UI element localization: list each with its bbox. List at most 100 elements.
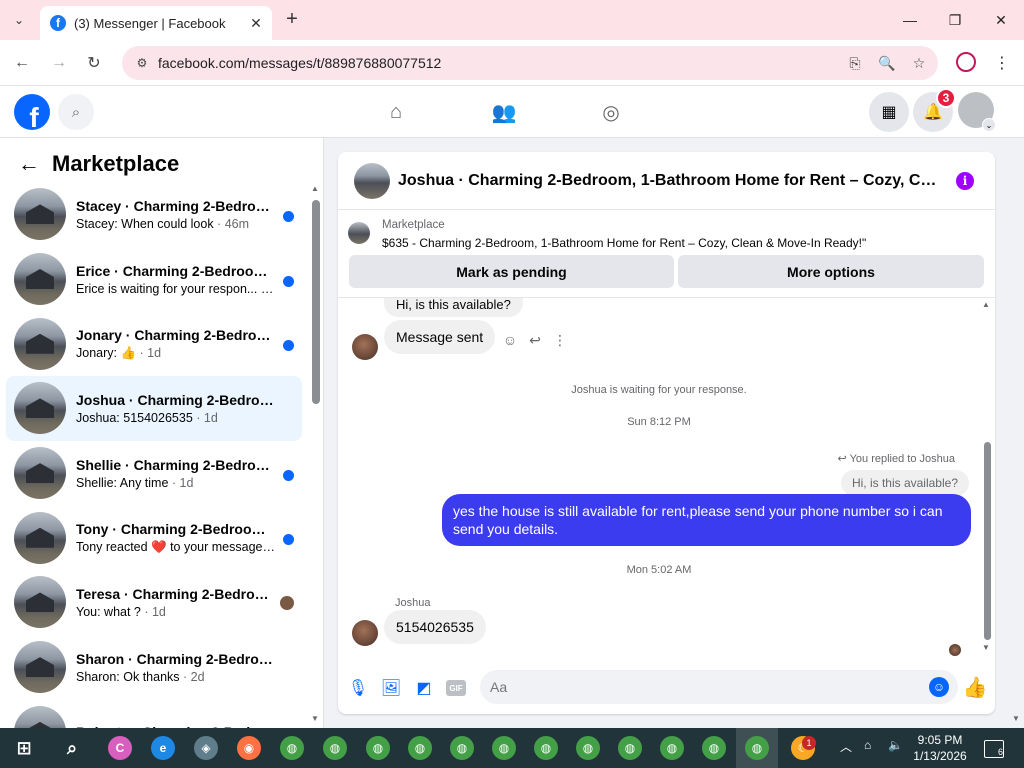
- conversation-snippet: Joshua: 5154026535 · 1d: [76, 411, 276, 425]
- conversation-snippet: Shellie: Any time · 1d: [76, 476, 276, 490]
- conversation-item[interactable]: Sharon · Charming 2-Bedroom, ... Sharon: …: [6, 635, 302, 700]
- conversation-item[interactable]: Tony · Charming 2-Bedroom, 1... Tony reac…: [6, 505, 302, 570]
- incoming-message-bubble[interactable]: 5154026535: [384, 610, 486, 644]
- chat-scroll-down-icon[interactable]: ▼: [982, 643, 990, 652]
- snippet-separator: ·: [257, 281, 269, 296]
- chrome-icon-6[interactable]: ◍: [492, 736, 516, 760]
- browser-profile-icon[interactable]: [956, 52, 976, 72]
- unread-dot-icon: [283, 340, 294, 352]
- tray-chevron-icon[interactable]: ︿: [840, 738, 852, 755]
- minimize-icon[interactable]: —: [896, 8, 924, 32]
- emoji-icon[interactable]: ☺: [929, 677, 949, 697]
- chrome-icon-3[interactable]: ◍: [366, 736, 390, 760]
- groups-icon[interactable]: ◎: [597, 98, 625, 126]
- tab-search-chevron-icon[interactable]: ⌄: [8, 10, 30, 30]
- sidebar-scrollbar[interactable]: [312, 200, 320, 404]
- taskbar-time[interactable]: 9:05 PM: [910, 733, 970, 747]
- microphone-icon[interactable]: 🎙: [348, 678, 368, 698]
- chat-scroll-up-icon[interactable]: ▲: [982, 300, 990, 309]
- conversation-item[interactable]: Stacey · Charming 2-Bedroom,... Stacey: W…: [6, 182, 302, 247]
- reply-icon[interactable]: ↩: [526, 331, 544, 349]
- home-icon[interactable]: ⌂: [382, 98, 410, 126]
- chrome-icon-5[interactable]: ◍: [450, 736, 474, 760]
- message-sent-bubble[interactable]: Message sent: [384, 320, 496, 354]
- restore-icon[interactable]: ❐: [941, 8, 969, 32]
- chrome-icon-1[interactable]: ◍: [280, 736, 304, 760]
- url-text[interactable]: facebook.com/messages/t/889876880077512: [158, 55, 842, 71]
- bookmark-star-icon[interactable]: ☆: [906, 50, 932, 76]
- address-toolbar: ← → ↻ ⚙ facebook.com/messages/t/88987688…: [0, 40, 1024, 86]
- snippet-text: Joshua: 5154026535: [76, 410, 193, 425]
- info-icon[interactable]: i: [956, 172, 974, 190]
- reload-icon[interactable]: ↻: [83, 52, 105, 74]
- firefox-icon[interactable]: ◉: [237, 736, 261, 760]
- copilot-icon[interactable]: C: [108, 736, 132, 760]
- message-input[interactable]: [480, 670, 958, 704]
- chat-scrollbar[interactable]: [984, 442, 991, 640]
- site-info-icon[interactable]: ⚙: [132, 53, 152, 73]
- facebook-logo-icon[interactable]: f: [14, 94, 50, 130]
- friends-icon[interactable]: 👥: [490, 98, 518, 126]
- account-chevron-icon[interactable]: ⌄: [982, 118, 996, 132]
- chrome-icon-2[interactable]: ◍: [323, 736, 347, 760]
- taskbar-date[interactable]: 1/13/2026: [910, 749, 970, 763]
- chrome-icon-8[interactable]: ◍: [576, 736, 600, 760]
- browser-tab-messenger[interactable]: f (3) Messenger | Facebook ✕: [40, 6, 272, 40]
- conversation-item[interactable]: Erice · Charming 2-Bedroom, 1... Erice is…: [6, 247, 302, 312]
- sidebar-scroll-down-icon[interactable]: ▼: [311, 714, 319, 723]
- listing-description[interactable]: $635 - Charming 2-Bedroom, 1-Bathroom Ho…: [382, 236, 866, 250]
- network-icon[interactable]: ⌂: [864, 738, 871, 752]
- sidebar-scroll-up-icon[interactable]: ▲: [311, 184, 319, 193]
- menu-grid-icon[interactable]: ▦: [869, 92, 909, 132]
- taskbar-search-icon[interactable]: ⌕: [60, 736, 84, 760]
- windows-start-icon[interactable]: ⊞: [12, 736, 36, 760]
- chat-title[interactable]: Joshua · Charming 2-Bedroom, 1-Bathroom …: [398, 172, 938, 190]
- forward-icon[interactable]: →: [48, 52, 70, 74]
- volume-icon[interactable]: 🔈: [888, 738, 903, 752]
- browser-menu-icon[interactable]: ⋮: [992, 52, 1012, 74]
- more-actions-icon[interactable]: ⋮: [551, 331, 569, 349]
- outgoing-message-bubble[interactable]: yes the house is still available for ren…: [442, 494, 971, 546]
- zoom-icon[interactable]: 🔍: [874, 50, 900, 76]
- conversation-item[interactable]: Shellie · Charming 2-Bedroom... Shellie: …: [6, 441, 302, 506]
- edge-icon[interactable]: e: [151, 736, 175, 760]
- conversation-item[interactable]: Jonary · Charming 2-Bedroom... Jonary: 👍 …: [6, 311, 302, 376]
- conversation-text: Joshua · Charming 2-Bedroom, ... Joshua: …: [76, 392, 276, 425]
- mark-as-pending-button[interactable]: Mark as pending: [349, 255, 674, 288]
- new-tab-icon[interactable]: +: [282, 9, 302, 29]
- quoted-reply-bubble[interactable]: Hi, is this available?: [840, 470, 969, 496]
- app-icon[interactable]: ◈: [194, 736, 218, 760]
- like-thumb-icon[interactable]: 👍: [963, 676, 988, 699]
- more-options-button[interactable]: More options: [678, 255, 984, 288]
- chrome-icon-9[interactable]: ◍: [618, 736, 642, 760]
- conversation-name: Stacey · Charming 2-Bedroom,...: [76, 197, 276, 214]
- back-icon[interactable]: ←: [11, 52, 33, 74]
- chrome-icon-11[interactable]: ◍: [702, 736, 726, 760]
- install-app-icon[interactable]: ⎘: [842, 50, 868, 76]
- chrome-icon-10[interactable]: ◍: [660, 736, 684, 760]
- sticker-icon[interactable]: ◩: [414, 678, 434, 698]
- notification-center-icon[interactable]: 6: [984, 740, 1004, 758]
- conversation-item[interactable]: Teresa · Charming 2-Bedroom... You: what …: [6, 570, 302, 635]
- photo-icon[interactable]: 🖼: [381, 678, 401, 698]
- search-icon[interactable]: ⌕: [58, 94, 94, 130]
- omnibox[interactable]: ⚙ facebook.com/messages/t/88987688007751…: [122, 46, 938, 80]
- window-close-icon[interactable]: ✕: [987, 8, 1015, 32]
- chat-listing-thumbnail[interactable]: [354, 162, 390, 199]
- chrome-icon-7[interactable]: ◍: [534, 736, 558, 760]
- react-emoji-icon[interactable]: ☺: [501, 331, 519, 349]
- joshua-avatar-2[interactable]: [352, 620, 378, 646]
- tab-close-icon[interactable]: ✕: [246, 13, 266, 33]
- chrome-icon-active[interactable]: ◍: [745, 736, 769, 760]
- conversation-thumbnail: [14, 641, 66, 694]
- conversation-thumbnail: [14, 447, 66, 500]
- gif-icon[interactable]: GIF: [446, 680, 466, 696]
- conversation-item[interactable]: Roberto · Charming 2-Bedroom,...: [6, 700, 302, 728]
- listing-thumbnail[interactable]: [348, 222, 370, 244]
- back-arrow-icon[interactable]: ←: [18, 151, 40, 177]
- page-scroll-down-icon[interactable]: ▼: [1012, 714, 1020, 723]
- conversation-item[interactable]: Joshua · Charming 2-Bedroom, ... Joshua: …: [6, 376, 302, 441]
- joshua-avatar[interactable]: [352, 334, 378, 360]
- conversation-snippet: Erice is waiting for your respon... · 1d: [76, 282, 276, 296]
- chrome-icon-4[interactable]: ◍: [408, 736, 432, 760]
